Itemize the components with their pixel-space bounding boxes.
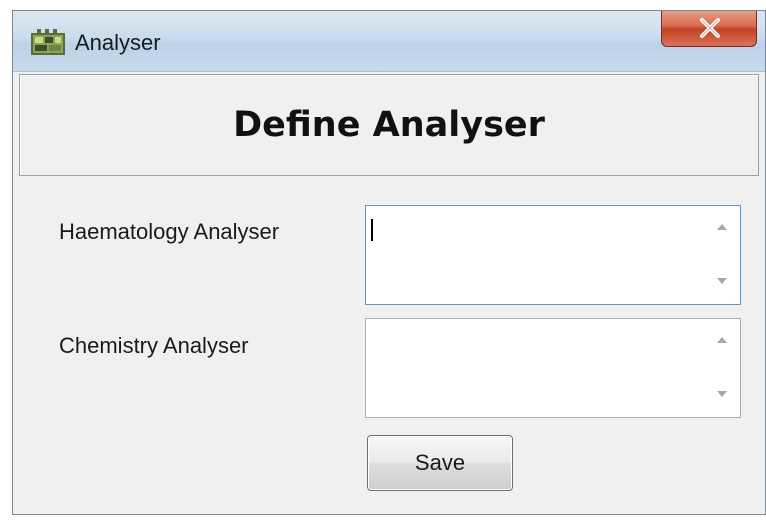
form-body: Define Analyser Haematology Analyser Che [13,72,765,514]
page-title: Define Analyser [233,105,545,145]
window-title: Analyser [75,30,161,55]
close-button[interactable] [661,11,757,47]
app-icon [31,29,65,55]
chevron-down-icon [717,278,727,284]
haematology-scrollbar[interactable] [705,207,739,303]
scroll-up-button[interactable] [705,213,739,243]
save-button[interactable]: Save [367,435,513,491]
chemistry-analyser-input[interactable] [365,318,741,418]
close-icon [700,18,720,38]
header-panel: Define Analyser [19,74,759,176]
title-bar[interactable]: Analyser [13,11,765,72]
text-caret [371,219,373,241]
haematology-analyser-input[interactable] [365,205,741,305]
chevron-up-icon [717,337,727,343]
haematology-analyser-label: Haematology Analyser [59,219,280,244]
scroll-down-button[interactable] [705,380,739,410]
chevron-up-icon [717,224,727,230]
scroll-down-button[interactable] [705,267,739,297]
chemistry-scrollbar[interactable] [705,320,739,416]
chemistry-analyser-label: Chemistry Analyser [59,333,249,358]
scroll-up-button[interactable] [705,326,739,356]
chevron-down-icon [717,391,727,397]
analyser-window: Analyser Define Analyser Haematology Ana… [12,10,766,515]
